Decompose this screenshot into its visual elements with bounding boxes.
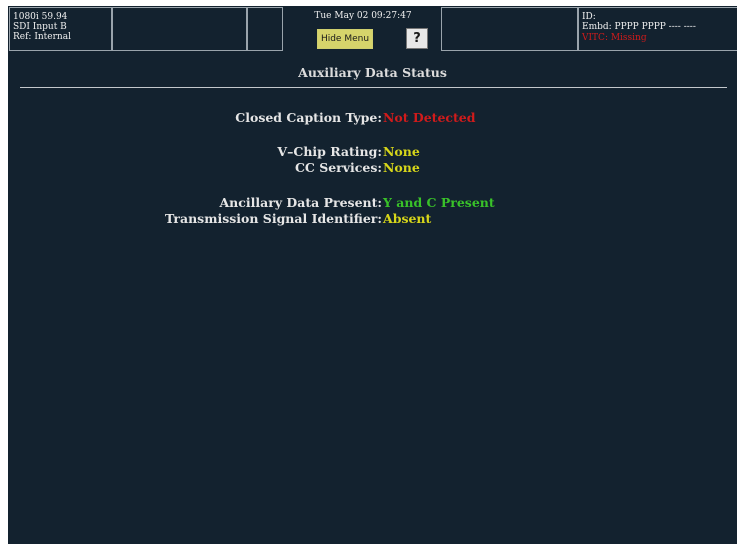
ref-text: Ref: Internal [13, 32, 71, 42]
page-title: Auxiliary Data Status [298, 65, 447, 80]
menu-panel: Tue May 02 09:27:47 Hide Menu ? [283, 7, 441, 51]
help-button[interactable]: ? [406, 28, 428, 49]
ancillary-row: Ancillary Data Present: Y and C Present [8, 195, 737, 211]
cc-services-label: CC Services: [294, 160, 382, 175]
format-text: 1080i 59.94 [13, 12, 68, 22]
ancillary-label: Ancillary Data Present: [219, 195, 382, 210]
signal-info-panel: 1080i 59.94 SDI Input B Ref: Internal [9, 7, 112, 51]
vchip-label: V–Chip Rating: [277, 144, 382, 159]
caption-type-label: Closed Caption Type: [235, 110, 382, 125]
timecode-panel: ID: Embd: PPPP PPPP ---- ---- VITC: Miss… [578, 7, 737, 51]
status-bar: 1080i 59.94 SDI Input B Ref: Internal Tu… [8, 6, 737, 52]
input-text: SDI Input B [13, 22, 67, 32]
vitc-status: VITC: Missing [582, 33, 647, 43]
monitor-screen: 1080i 59.94 SDI Input B Ref: Internal Tu… [8, 6, 737, 544]
tsid-row: Transmission Signal Identifier: Absent [8, 211, 737, 227]
datetime-text: Tue May 02 09:27:47 [314, 11, 412, 21]
title-divider [20, 87, 727, 88]
tsid-label: Transmission Signal Identifier: [165, 211, 382, 226]
caption-type-row: Closed Caption Type: Not Detected [8, 110, 737, 126]
id-label: ID: [582, 12, 596, 22]
caption-type-value: Not Detected [383, 110, 476, 125]
cc-services-value: None [383, 160, 420, 175]
tsid-value: Absent [383, 211, 432, 226]
status-cell-empty-2 [247, 7, 283, 51]
cc-services-row: CC Services: None [8, 160, 737, 176]
status-cell-empty-3 [441, 7, 578, 51]
status-cell-empty-1 [112, 7, 247, 51]
embd-text: Embd: PPPP PPPP ---- ---- [582, 22, 696, 32]
hide-menu-button[interactable]: Hide Menu [317, 29, 373, 49]
ancillary-value: Y and C Present [383, 195, 495, 210]
vchip-row: V–Chip Rating: None [8, 144, 737, 160]
vchip-value: None [383, 144, 420, 159]
